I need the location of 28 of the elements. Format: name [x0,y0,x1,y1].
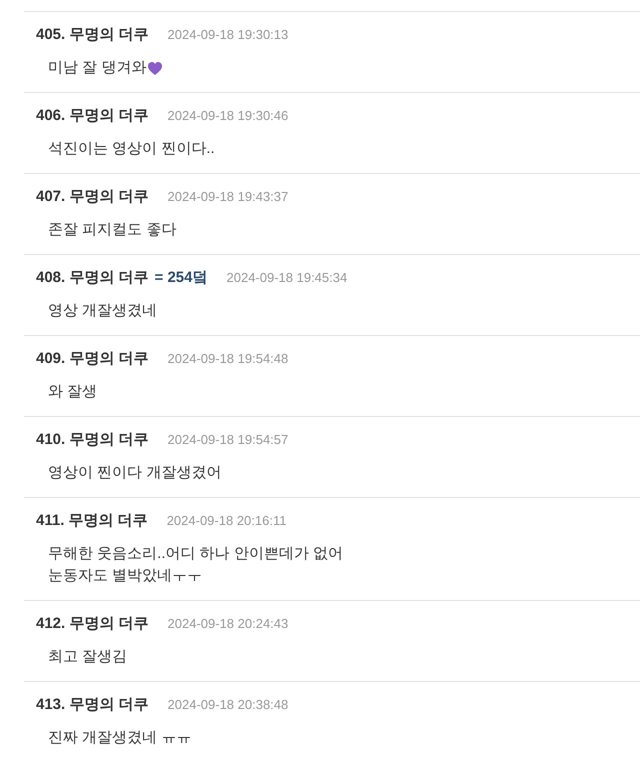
comment-timestamp: 2024-09-18 19:45:34 [226,269,348,287]
comment-timestamp: 2024-09-18 20:16:11 [166,512,286,530]
comment-author: 411. 무명의 더쿠 [36,511,148,531]
point-count: = 254덬 [154,268,208,288]
comment-text: 석진이는 영상이 찐이다.. [48,139,215,159]
comment-author: 413. 무명의 더쿠 [36,695,149,715]
comment-timestamp: 2024-09-18 20:24:43 [168,615,288,633]
comment-text: 최고 잘생김 [48,647,128,667]
comment-timestamp: 2024-09-18 20:38:48 [168,696,288,714]
comment-text: 영상이 찐이다 개잘생겼어 [48,463,222,483]
comment-text: 무해한 웃음소리..어디 하나 안이쁜데가 없어 눈동자도 별박았네ㅜㅜ [48,544,344,586]
comment-author: 412. 무명의 더쿠 [36,614,149,634]
comment-author: 409. 무명의 더쿠 [36,349,149,369]
comment-author: 410. 무명의 더쿠 [36,430,149,450]
comment-author: 408. 무명의 더쿠 [36,268,149,288]
comment-text: 진짜 개잘생겼네 ㅠㅠ [48,728,192,748]
comment-timestamp: 2024-09-18 19:30:46 [168,107,288,125]
comment-text: 미남 잘 댕겨와 [48,58,146,78]
comment-text: 존잘 피지컬도 좋다 [48,220,176,240]
comment-timestamp: 2024-09-18 19:43:37 [168,188,288,206]
comment-author: 406. 무명의 더쿠 [36,106,149,126]
comment-timestamp: 2024-09-18 19:30:13 [168,26,288,44]
comment-text: 영상 개잘생겼네 [48,301,158,321]
comment-author: 405. 무명의 더쿠 [36,25,149,45]
comment-text: 와 잘생 [48,382,98,402]
comment-timestamp: 2024-09-18 19:54:57 [168,431,288,449]
comment-author: 407. 무명의 더쿠 [36,187,149,207]
comment-timestamp: 2024-09-18 19:54:48 [168,350,288,368]
